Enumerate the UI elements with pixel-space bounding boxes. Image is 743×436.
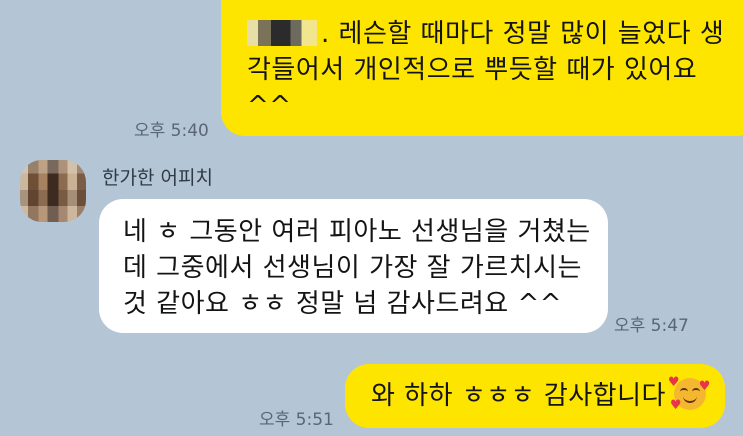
- message-line: 네 ㅎ 그동안 여러 피아노 선생님을 거쳤는: [123, 217, 591, 247]
- message-text: . 레슨할 때마다 정말 많이 늘었다 생: [321, 19, 725, 49]
- message-line: 각들어서 개인적으로 뿌듯할 때가 있어요: [247, 55, 698, 85]
- message-line: . 레슨할 때마다 정말 많이 늘었다 생: [247, 16, 743, 52]
- avatar[interactable]: [20, 160, 86, 222]
- sender-name[interactable]: 한가한 어피치: [102, 163, 213, 190]
- message-text: 와 하하 ㅎㅎㅎ 감사합니다: [371, 381, 666, 411]
- message-line: 것 같아요 ㅎㅎ 정말 넘 감사드려요 ^^: [123, 289, 563, 319]
- message-line: ^^: [247, 91, 292, 121]
- sent-message-bubble[interactable]: . 레슨할 때마다 정말 많이 늘었다 생 각들어서 개인적으로 뿌듯할 때가 …: [221, 0, 743, 136]
- avatar-blur: [20, 160, 86, 222]
- message-timestamp: 오후 5:47: [614, 316, 689, 336]
- message-timestamp: 오후 5:40: [134, 121, 209, 141]
- message-timestamp: 오후 5:51: [259, 410, 334, 430]
- received-message-bubble[interactable]: 네 ㅎ 그동안 여러 피아노 선생님을 거쳤는 데 그중에서 선생님이 가장 잘…: [99, 199, 608, 333]
- sent-message-bubble[interactable]: 와 하하 ㅎㅎㅎ 감사합니다 ♥ ♥ ♥: [345, 364, 725, 428]
- redacted-name: [247, 20, 317, 46]
- message-line: 데 그중에서 선생님이 가장 잘 가르치시는: [123, 253, 582, 283]
- smiling-face-with-hearts-icon: ♥ ♥ ♥: [667, 375, 711, 413]
